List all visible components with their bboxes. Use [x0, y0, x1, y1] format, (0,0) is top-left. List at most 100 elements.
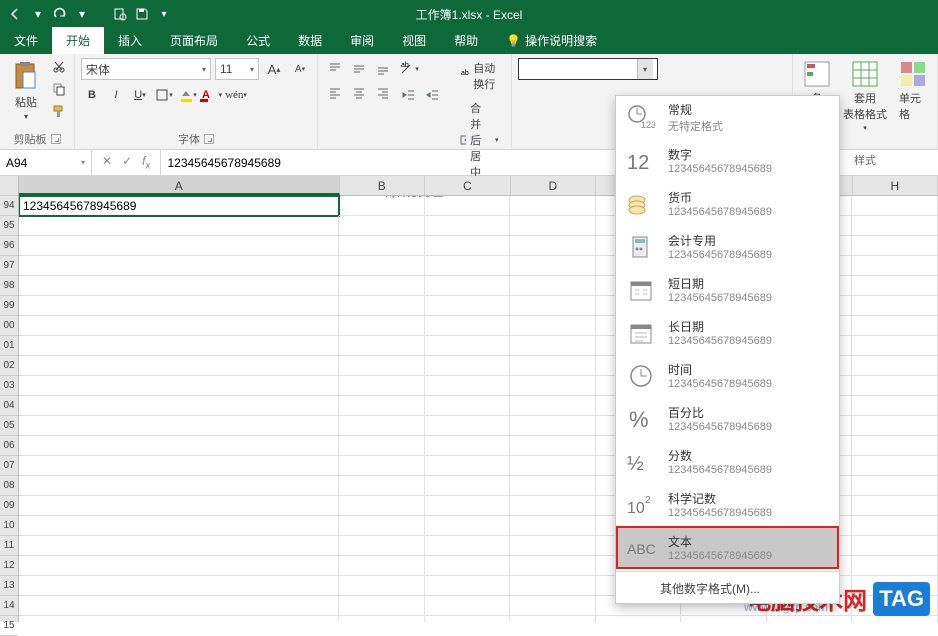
- row-header[interactable]: 97: [0, 256, 18, 276]
- font-size-combo[interactable]: 11▾: [215, 58, 259, 80]
- row-header[interactable]: 99: [0, 296, 18, 316]
- row-header[interactable]: 07: [0, 456, 18, 476]
- cell[interactable]: [19, 496, 339, 516]
- row-header[interactable]: 01: [0, 336, 18, 356]
- cell[interactable]: [852, 276, 938, 296]
- cell[interactable]: [425, 436, 511, 456]
- cell[interactable]: [510, 276, 596, 296]
- italic-button[interactable]: I: [105, 84, 127, 106]
- cell[interactable]: [19, 236, 339, 256]
- cell[interactable]: [510, 256, 596, 276]
- numfmt-option-date-short[interactable]: 短日期12345645678945689: [616, 268, 839, 311]
- tab-data[interactable]: 数据: [284, 27, 336, 54]
- tab-help[interactable]: 帮助: [440, 27, 492, 54]
- cell[interactable]: [19, 556, 339, 576]
- cell[interactable]: [339, 516, 425, 536]
- row-header[interactable]: 09: [0, 496, 18, 516]
- cell[interactable]: [425, 416, 511, 436]
- cell[interactable]: [425, 496, 511, 516]
- enter-icon[interactable]: ✓: [122, 154, 132, 171]
- qat-customize-icon[interactable]: ▾: [156, 6, 172, 22]
- row-header[interactable]: 04: [0, 396, 18, 416]
- cell[interactable]: [339, 236, 425, 256]
- row-header[interactable]: 10: [0, 516, 18, 536]
- cell[interactable]: [510, 196, 596, 216]
- cell[interactable]: [510, 296, 596, 316]
- cell[interactable]: [339, 376, 425, 396]
- chevron-down-icon[interactable]: ▾: [74, 6, 90, 22]
- cell[interactable]: [19, 356, 339, 376]
- font-color-button[interactable]: A▾: [201, 84, 223, 106]
- cell[interactable]: [852, 616, 938, 622]
- cell[interactable]: [339, 616, 425, 622]
- cut-icon[interactable]: [50, 58, 68, 76]
- row-header[interactable]: 02: [0, 356, 18, 376]
- cell[interactable]: [852, 316, 938, 336]
- cell[interactable]: [339, 276, 425, 296]
- cell[interactable]: [852, 456, 938, 476]
- cell[interactable]: [852, 296, 938, 316]
- align-left-icon[interactable]: [324, 82, 346, 104]
- cancel-icon[interactable]: ✕: [102, 154, 112, 171]
- col-header-A[interactable]: A: [19, 176, 340, 195]
- cell[interactable]: [19, 516, 339, 536]
- cell[interactable]: [339, 556, 425, 576]
- col-header-H[interactable]: H: [853, 176, 938, 195]
- row-header[interactable]: 15: [0, 616, 18, 636]
- cell[interactable]: [510, 316, 596, 336]
- more-number-formats[interactable]: 其他数字格式(M)...: [616, 574, 839, 603]
- cell[interactable]: [425, 356, 511, 376]
- cell[interactable]: [510, 476, 596, 496]
- cell[interactable]: [510, 396, 596, 416]
- cell[interactable]: [425, 256, 511, 276]
- cell[interactable]: [425, 336, 511, 356]
- cell[interactable]: [852, 516, 938, 536]
- cell[interactable]: [510, 376, 596, 396]
- row-header[interactable]: 06: [0, 436, 18, 456]
- save-icon[interactable]: [134, 6, 150, 22]
- cell[interactable]: [425, 216, 511, 236]
- cell[interactable]: [510, 576, 596, 596]
- cell[interactable]: [852, 536, 938, 556]
- cell[interactable]: [19, 216, 339, 236]
- tell-me[interactable]: 💡 操作说明搜索: [492, 27, 611, 54]
- cell[interactable]: [19, 336, 339, 356]
- cell[interactable]: [852, 556, 938, 576]
- cell[interactable]: [852, 416, 938, 436]
- fill-color-button[interactable]: ▾: [177, 84, 199, 106]
- redo-icon[interactable]: [52, 6, 68, 22]
- cell[interactable]: [852, 336, 938, 356]
- font-launcher[interactable]: [204, 134, 214, 144]
- cell[interactable]: [339, 216, 425, 236]
- cell[interactable]: [19, 296, 339, 316]
- numfmt-option-time[interactable]: 时间12345645678945689: [616, 354, 839, 397]
- row-header[interactable]: 14: [0, 596, 18, 616]
- cell[interactable]: [425, 376, 511, 396]
- bold-button[interactable]: B: [81, 84, 103, 106]
- cell-styles-button[interactable]: 单元格: [895, 58, 931, 124]
- phonetic-button[interactable]: wén▾: [225, 84, 247, 106]
- back-icon[interactable]: [8, 6, 24, 22]
- cell[interactable]: [339, 416, 425, 436]
- cell[interactable]: [852, 436, 938, 456]
- name-box[interactable]: A94▾: [0, 150, 92, 175]
- cell[interactable]: [425, 396, 511, 416]
- orientation-icon[interactable]: ab▾: [398, 58, 420, 80]
- cell[interactable]: [596, 616, 682, 622]
- cell[interactable]: [339, 336, 425, 356]
- font-name-combo[interactable]: 宋体▾: [81, 58, 211, 80]
- format-painter-icon[interactable]: [50, 102, 68, 120]
- cell[interactable]: [19, 416, 339, 436]
- align-middle-icon[interactable]: [348, 58, 370, 80]
- cell[interactable]: [339, 316, 425, 336]
- decrease-indent-icon[interactable]: [398, 84, 420, 106]
- copy-icon[interactable]: [50, 80, 68, 98]
- increase-indent-icon[interactable]: [422, 84, 444, 106]
- cell[interactable]: [19, 456, 339, 476]
- cell[interactable]: [339, 456, 425, 476]
- row-header[interactable]: 96: [0, 236, 18, 256]
- numfmt-option-number[interactable]: 12数字12345645678945689: [616, 139, 839, 182]
- tab-layout[interactable]: 页面布局: [156, 27, 232, 54]
- cell[interactable]: [19, 536, 339, 556]
- tab-review[interactable]: 审阅: [336, 27, 388, 54]
